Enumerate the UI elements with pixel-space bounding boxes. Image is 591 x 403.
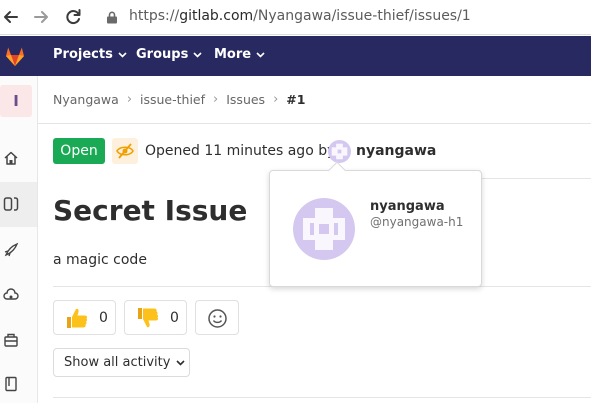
confidential-badge — [112, 138, 138, 164]
groups-menu-label: Groups — [136, 47, 189, 62]
breadcrumb: Nyangawa › issue-thief › Issues › #1 — [53, 92, 305, 107]
projects-menu[interactable]: Projects — [53, 47, 127, 62]
reload-icon[interactable] — [62, 6, 84, 28]
author-avatar[interactable] — [328, 140, 351, 163]
breadcrumb-project[interactable]: issue-thief — [140, 92, 205, 107]
activity-filter-dropdown[interactable]: Show all activity — [53, 348, 190, 377]
status-badge: Open — [53, 138, 105, 164]
address-bar[interactable]: https://gitlab.com/Nyangawa/issue-thief/… — [98, 0, 591, 35]
more-menu-label: More — [214, 47, 252, 62]
popover-username[interactable]: nyangawa — [370, 199, 445, 214]
chevron-right-icon: › — [273, 92, 279, 107]
chevron-right-icon: › — [213, 92, 219, 107]
project-avatar[interactable]: I — [0, 85, 32, 117]
eye-slash-icon — [116, 143, 134, 159]
url-text: https://gitlab.com/Nyangawa/issue-thief/… — [129, 8, 471, 24]
cloud-icon[interactable] — [3, 287, 19, 303]
issues-icon[interactable] — [3, 196, 19, 212]
thumbsdown-icon — [138, 307, 159, 327]
gitlab-header: Projects Groups More — [0, 36, 591, 76]
activity-filter-label: Show all activity — [64, 355, 171, 370]
forward-icon[interactable] — [30, 6, 52, 28]
url-scheme: https:// — [129, 8, 180, 24]
issue-description: a magic code — [53, 252, 147, 268]
thumbsup-button[interactable]: 0 — [53, 300, 116, 335]
browser-toolbar: https://gitlab.com/Nyangawa/issue-thief/… — [0, 0, 591, 35]
issue-opened-text: Opened 11 minutes ago by — [145, 143, 336, 159]
breadcrumb-issues[interactable]: Issues — [226, 92, 265, 107]
project-sidebar: I — [0, 76, 38, 403]
popover-handle: @nyangawa-h1 — [370, 215, 464, 229]
groups-menu[interactable]: Groups — [136, 47, 202, 62]
breadcrumb-current[interactable]: #1 — [286, 92, 305, 107]
more-menu[interactable]: More — [214, 47, 265, 62]
url-path: /Nyangawa/issue-thief/issues/1 — [253, 8, 471, 24]
user-avatar[interactable] — [293, 198, 355, 260]
smiley-icon — [208, 309, 227, 328]
wiki-icon[interactable] — [3, 376, 19, 392]
projects-menu-label: Projects — [53, 47, 113, 62]
rocket-icon[interactable] — [3, 242, 19, 258]
thumbsup-icon — [67, 308, 88, 328]
thumbsdown-count: 0 — [170, 309, 179, 326]
gitlab-logo-icon[interactable] — [3, 44, 27, 68]
divider — [481, 178, 591, 179]
issue-title: Secret Issue — [53, 194, 248, 227]
author-link[interactable]: nyangawa — [356, 143, 436, 159]
divider — [38, 123, 591, 124]
package-icon[interactable] — [3, 332, 19, 348]
back-icon[interactable] — [0, 6, 22, 28]
divider — [53, 397, 591, 398]
lock-icon — [107, 11, 117, 24]
thumbsdown-button[interactable]: 0 — [124, 300, 187, 335]
chevron-right-icon: › — [126, 92, 133, 107]
breadcrumb-owner[interactable]: Nyangawa — [53, 92, 119, 107]
home-icon[interactable] — [3, 150, 19, 166]
url-host: gitlab.com — [179, 8, 254, 24]
chevron-down-icon — [256, 51, 265, 58]
chevron-down-icon — [176, 359, 186, 366]
user-popover: nyangawa @nyangawa-h1 — [269, 170, 482, 287]
chevron-down-icon — [118, 51, 127, 58]
chevron-down-icon — [193, 51, 202, 58]
add-reaction-button[interactable] — [195, 300, 239, 335]
thumbsup-count: 0 — [99, 309, 108, 326]
